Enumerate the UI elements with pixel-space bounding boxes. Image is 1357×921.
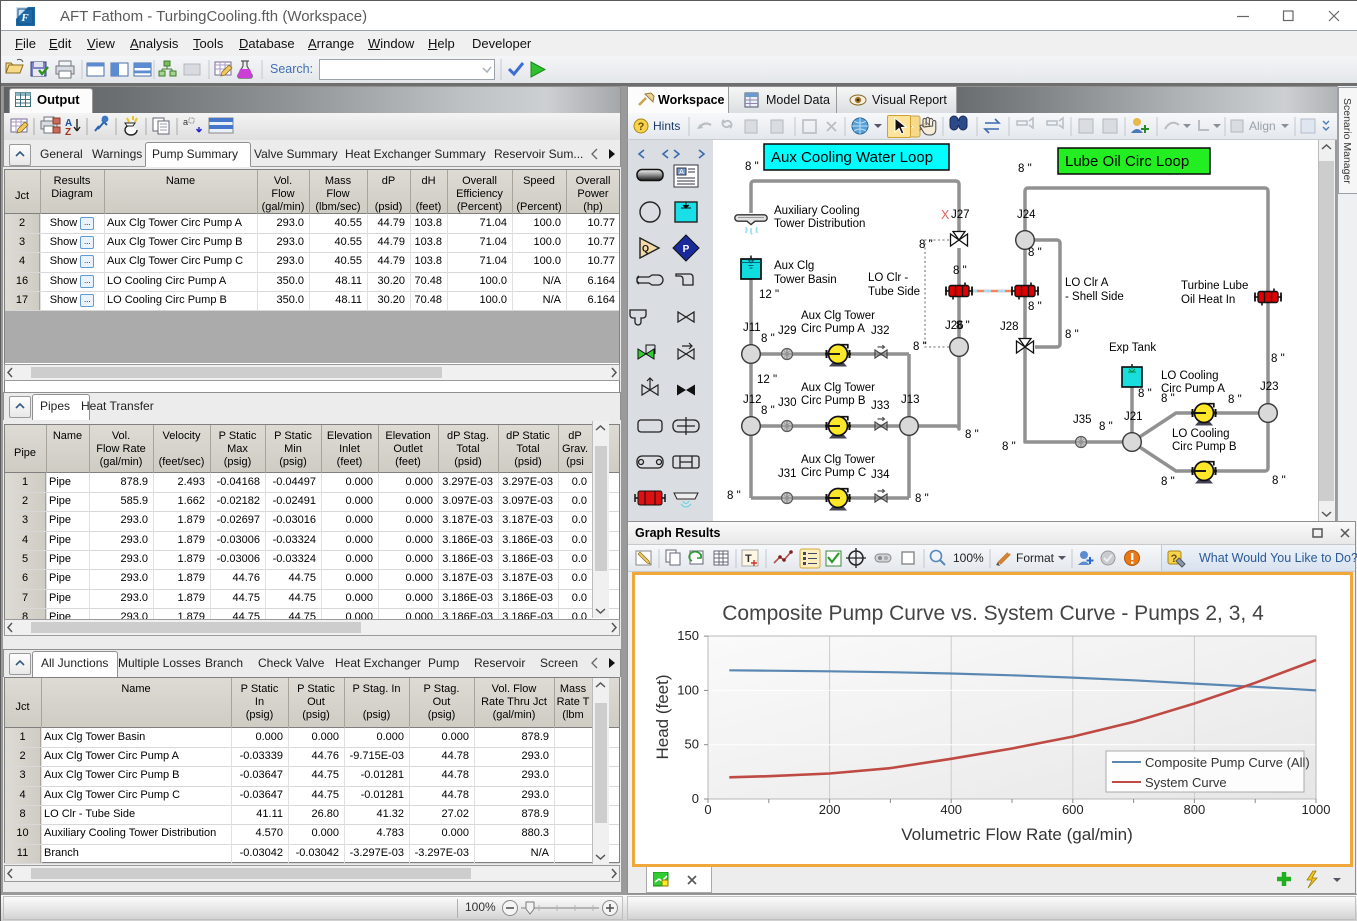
svg-text:Align: Align — [1249, 119, 1276, 133]
svg-text:J34: J34 — [871, 469, 890, 481]
svg-text:J30: J30 — [778, 397, 797, 409]
svg-text:800: 800 — [1184, 802, 1206, 817]
svg-text:J35: J35 — [1073, 414, 1092, 426]
svg-text:a: a — [183, 117, 188, 127]
svg-text:8 ": 8 " — [965, 429, 979, 441]
svg-text:8 ": 8 " — [1028, 247, 1042, 259]
svg-text:8 ": 8 " — [761, 405, 775, 417]
svg-text:P: P — [683, 244, 690, 255]
svg-text:12 ": 12 " — [759, 289, 779, 301]
svg-text:Exp Tank: Exp Tank — [1109, 342, 1156, 354]
svg-text:?: ? — [1171, 553, 1178, 565]
svg-text:150: 150 — [677, 628, 699, 643]
svg-text:Aux Clg Tower: Aux Clg Tower — [801, 310, 875, 322]
svg-text:8 ": 8 " — [1065, 329, 1079, 341]
svg-text:Q: Q — [642, 244, 649, 254]
svg-text:Aux Cooling Water Loop: Aux Cooling Water Loop — [771, 149, 933, 166]
svg-text:Composite Pump Curve (All): Composite Pump Curve (All) — [1145, 755, 1310, 770]
svg-text:J23: J23 — [1260, 381, 1279, 393]
svg-text:12 ": 12 " — [757, 374, 777, 386]
svg-text:Circ Pump A: Circ Pump A — [801, 323, 865, 335]
svg-text:T: T — [745, 553, 752, 565]
svg-text:Aux Clg Tower: Aux Clg Tower — [801, 454, 875, 466]
svg-text:Auxiliary Cooling: Auxiliary Cooling — [774, 205, 860, 217]
svg-text:8 ": 8 " — [761, 333, 775, 345]
svg-text:0: 0 — [692, 791, 699, 806]
svg-text:100%: 100% — [953, 551, 984, 565]
svg-text:8 ": 8 " — [915, 493, 929, 505]
svg-text:400: 400 — [940, 802, 962, 817]
svg-text:J29: J29 — [778, 325, 797, 337]
svg-text:8 ": 8 " — [1018, 163, 1032, 175]
svg-text:8 ": 8 " — [1002, 441, 1016, 453]
svg-text:J27: J27 — [951, 209, 970, 221]
svg-text:Tube Side: Tube Side — [868, 286, 920, 298]
svg-text:8 ": 8 " — [745, 161, 759, 173]
svg-text:Format: Format — [1016, 551, 1055, 565]
svg-text:J28: J28 — [1000, 321, 1019, 333]
svg-text:Circ Pump B: Circ Pump B — [801, 395, 866, 407]
svg-text:0: 0 — [704, 802, 711, 817]
svg-text:8 ": 8 " — [1028, 301, 1042, 313]
svg-text:LO Clr -: LO Clr - — [868, 272, 908, 284]
svg-text:A: A — [679, 169, 684, 176]
svg-text:8 ": 8 " — [1161, 393, 1175, 405]
svg-text:J24: J24 — [1017, 209, 1036, 221]
svg-text:J33: J33 — [871, 400, 890, 412]
svg-text:Composite Pump Curve vs. Syste: Composite Pump Curve vs. System Curve - … — [722, 602, 1264, 625]
svg-text:Z: Z — [65, 127, 71, 138]
svg-text:8 ": 8 " — [1271, 353, 1285, 365]
svg-text:8 ": 8 " — [1272, 475, 1286, 487]
svg-text:8 ": 8 " — [1228, 394, 1242, 406]
svg-text:Hints: Hints — [653, 119, 680, 133]
svg-text:LO Cooling: LO Cooling — [1172, 428, 1230, 440]
svg-text:1000: 1000 — [1302, 802, 1331, 817]
svg-text:600: 600 — [1062, 802, 1084, 817]
svg-text:8 ": 8 " — [1161, 476, 1175, 488]
svg-text:Tower Basin: Tower Basin — [774, 274, 837, 286]
svg-text:Head (feet): Head (feet) — [653, 674, 672, 759]
svg-text:200: 200 — [819, 802, 841, 817]
svg-text:J13: J13 — [901, 394, 920, 406]
svg-text:J12: J12 — [743, 394, 762, 406]
svg-text:J21: J21 — [1124, 411, 1143, 423]
svg-text:Circ Pump B: Circ Pump B — [1172, 441, 1237, 453]
svg-text:8 ": 8 " — [1099, 421, 1113, 433]
svg-text:LO Clr A: LO Clr A — [1065, 277, 1109, 289]
svg-text:X: X — [941, 208, 950, 222]
svg-text:8 ": 8 " — [919, 239, 933, 251]
svg-text:- Shell Side: - Shell Side — [1065, 291, 1124, 303]
svg-text:8 ": 8 " — [727, 490, 741, 502]
svg-text:Aux Clg Tower: Aux Clg Tower — [801, 382, 875, 394]
svg-text:50: 50 — [685, 737, 699, 752]
svg-text:J31: J31 — [778, 468, 797, 480]
svg-text:Volumetric Flow Rate (gal/min): Volumetric Flow Rate (gal/min) — [901, 825, 1132, 844]
svg-text:Oil Heat In: Oil Heat In — [1181, 294, 1235, 306]
svg-text:100: 100 — [677, 682, 699, 697]
svg-text:J32: J32 — [871, 325, 890, 337]
svg-text:Lube Oil Circ Loop: Lube Oil Circ Loop — [1065, 153, 1189, 170]
svg-text:F: F — [20, 12, 29, 24]
svg-text:Circ Pump C: Circ Pump C — [801, 467, 866, 479]
svg-text:8 ": 8 " — [1138, 388, 1152, 400]
svg-text:8 ": 8 " — [953, 265, 967, 277]
svg-text:8 ": 8 " — [913, 341, 927, 353]
svg-text:Aux Clg: Aux Clg — [774, 260, 814, 272]
svg-text:8 ": 8 " — [956, 320, 970, 332]
svg-text:Turbine Lube: Turbine Lube — [1181, 280, 1248, 292]
svg-text:LO Cooling: LO Cooling — [1161, 370, 1219, 382]
svg-text:System Curve: System Curve — [1145, 775, 1227, 790]
svg-text:Tower Distribution: Tower Distribution — [774, 218, 865, 230]
svg-text:J11: J11 — [743, 322, 761, 334]
svg-text:?: ? — [638, 121, 645, 133]
